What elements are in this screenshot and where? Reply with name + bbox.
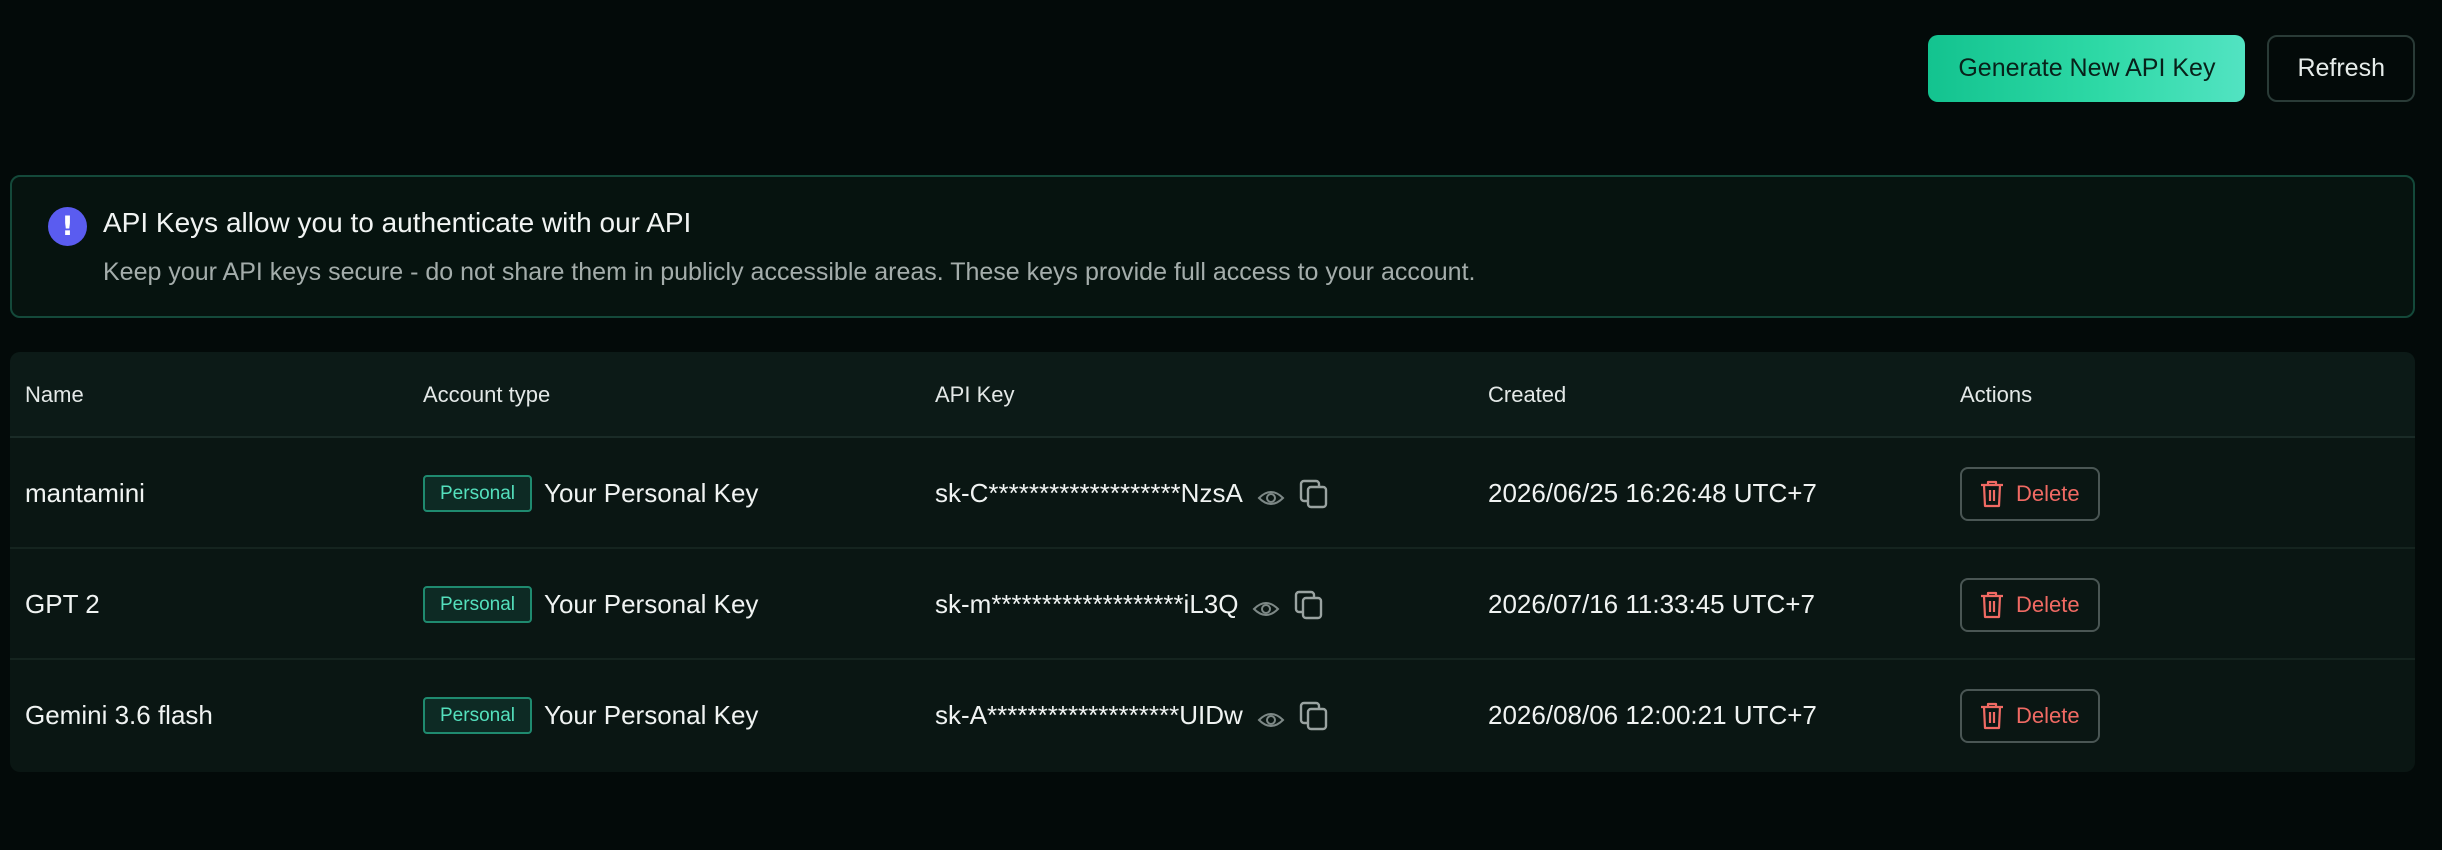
trash-icon — [1980, 591, 2004, 619]
account-badge: Personal — [423, 697, 532, 734]
actions-cell: Delete — [1960, 549, 2100, 660]
masked-api-key: sk-C*******************NzsA — [935, 478, 1243, 508]
delete-button[interactable]: Delete — [1960, 466, 2100, 521]
banner-title: API Keys allow you to authenticate with … — [103, 207, 692, 238]
trash-icon — [1980, 702, 2004, 730]
header-created: Created — [1488, 382, 1567, 407]
api-key-cell: sk-m*******************iL3Q — [935, 549, 1324, 660]
copy-icon[interactable] — [1299, 701, 1329, 731]
header-name: Name — [25, 382, 84, 407]
delete-label: Delete — [2016, 702, 2080, 728]
toolbar: Generate New API Key Refresh — [1928, 35, 2415, 102]
actions-cell: Delete — [1960, 438, 2100, 549]
created-date: 2026/06/25 16:26:48 UTC+7 — [1488, 478, 1817, 508]
account-badge: Personal — [423, 586, 532, 623]
table-header: Name Account type API Key Created Action… — [10, 352, 2415, 438]
masked-api-key: sk-A*******************UIDw — [935, 700, 1243, 730]
key-name: GPT 2 — [25, 589, 100, 619]
eye-icon[interactable] — [1257, 706, 1285, 727]
table-row: GPT 2 Personal Your Personal Key sk-m***… — [10, 549, 2415, 660]
eye-icon[interactable] — [1252, 595, 1280, 616]
exclamation-icon: ! — [48, 207, 87, 246]
account-type-cell: Personal Your Personal Key — [423, 660, 758, 771]
header-actions: Actions — [1960, 382, 2033, 407]
generate-api-key-button[interactable]: Generate New API Key — [1928, 35, 2246, 102]
account-label: Your Personal Key — [544, 700, 759, 730]
refresh-button[interactable]: Refresh — [2267, 35, 2415, 102]
account-badge: Personal — [423, 475, 532, 512]
api-key-cell: sk-C*******************NzsA — [935, 438, 1329, 549]
created-date: 2026/08/06 12:00:21 UTC+7 — [1488, 700, 1817, 730]
delete-label: Delete — [2016, 591, 2080, 617]
account-label: Your Personal Key — [544, 478, 759, 508]
key-name: Gemini 3.6 flash — [25, 700, 213, 730]
account-type-cell: Personal Your Personal Key — [423, 438, 758, 549]
table-row: Gemini 3.6 flash Personal Your Personal … — [10, 660, 2415, 771]
trash-icon — [1980, 480, 2004, 508]
api-keys-table: Name Account type API Key Created Action… — [10, 352, 2415, 772]
created-date: 2026/07/16 11:33:45 UTC+7 — [1488, 589, 1815, 619]
api-key-cell: sk-A*******************UIDw — [935, 660, 1329, 771]
delete-label: Delete — [2016, 480, 2080, 506]
masked-api-key: sk-m*******************iL3Q — [935, 589, 1239, 619]
account-type-cell: Personal Your Personal Key — [423, 549, 758, 660]
copy-icon[interactable] — [1299, 479, 1329, 509]
account-label: Your Personal Key — [544, 589, 759, 619]
banner-description: Keep your API keys secure - do not share… — [103, 258, 1476, 286]
eye-icon[interactable] — [1257, 484, 1285, 505]
header-account-type: Account type — [423, 382, 551, 407]
actions-cell: Delete — [1960, 660, 2100, 771]
key-name: mantamini — [25, 478, 145, 508]
header-api-key: API Key — [935, 382, 1015, 407]
table-row: mantamini Personal Your Personal Key sk-… — [10, 438, 2415, 549]
info-banner: ! API Keys allow you to authenticate wit… — [10, 175, 2415, 318]
delete-button[interactable]: Delete — [1960, 577, 2100, 632]
copy-icon[interactable] — [1294, 590, 1324, 620]
delete-button[interactable]: Delete — [1960, 688, 2100, 743]
